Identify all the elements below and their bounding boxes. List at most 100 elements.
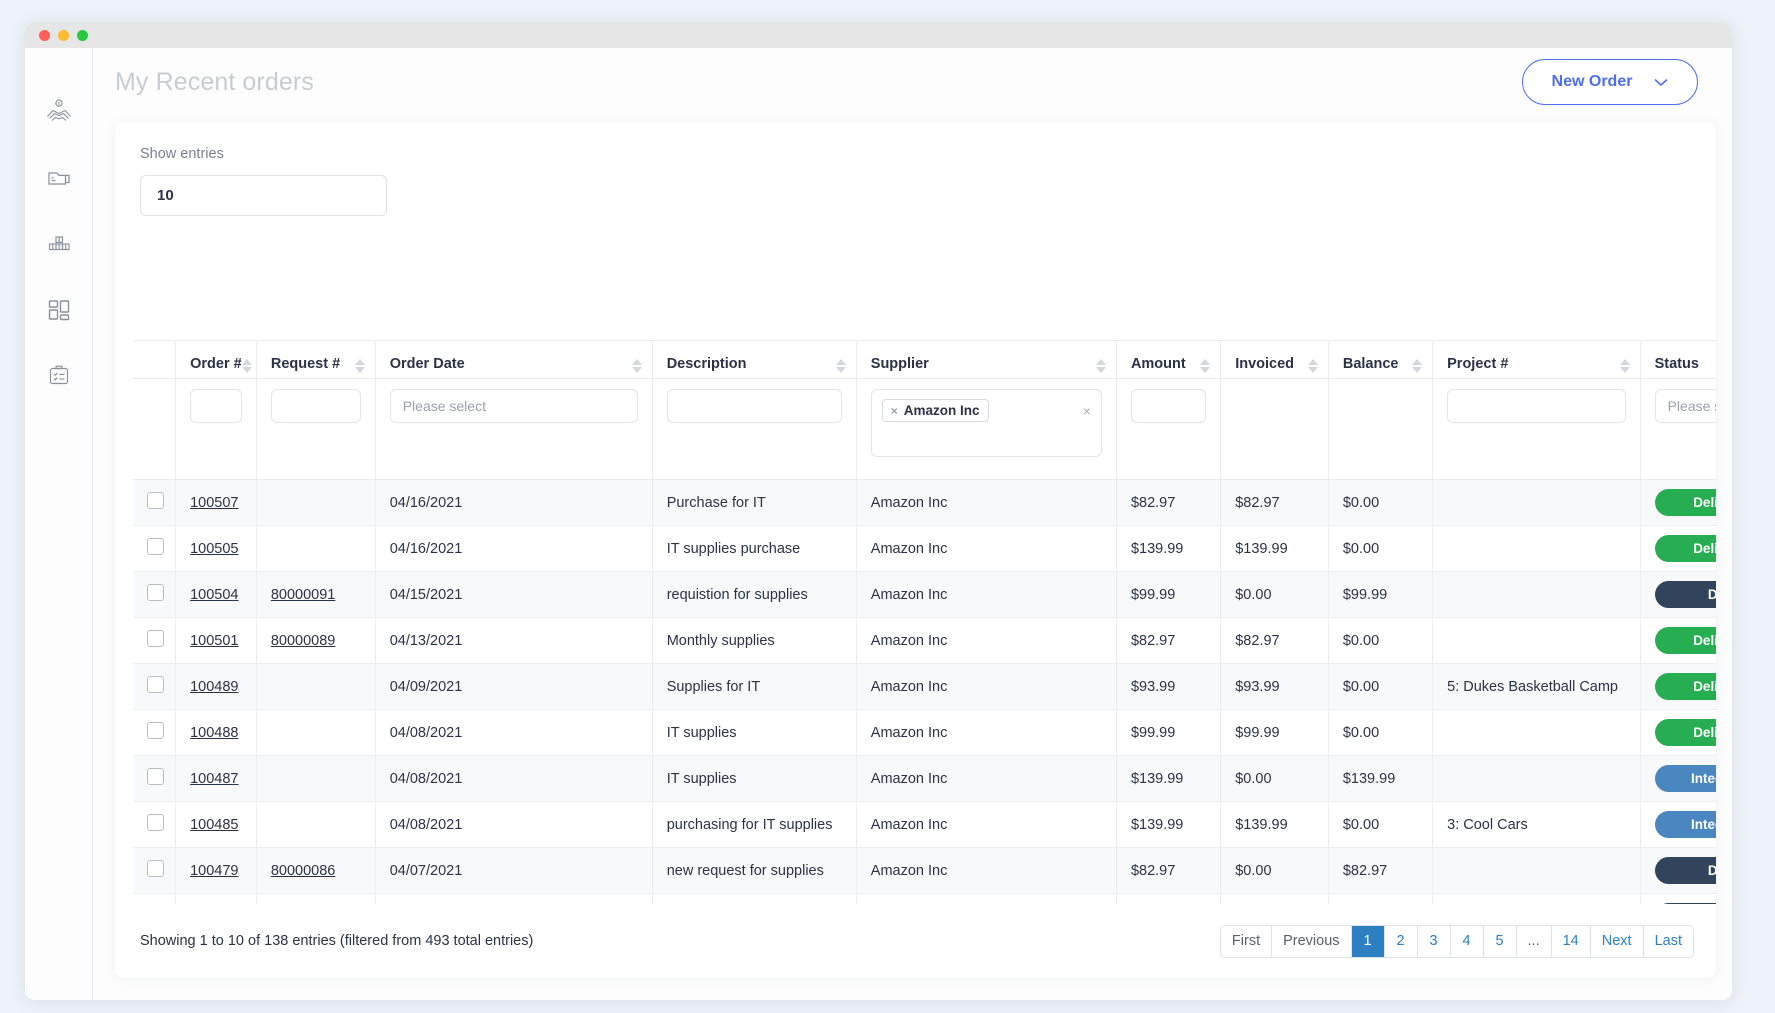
cell-order-no-link[interactable]: 100485 — [190, 817, 238, 833]
cell-request-no-link[interactable]: 80000091 — [271, 587, 336, 603]
cell-supplier-value: Amazon Inc — [871, 863, 948, 879]
cell-request-no-link[interactable]: 80000086 — [271, 863, 336, 879]
table-row[interactable]: 1004798000008604/07/2021new request for … — [133, 848, 1716, 894]
filter-description-input[interactable] — [667, 389, 842, 423]
pagination-2[interactable]: 2 — [1385, 926, 1418, 957]
cell-supplier-value: Amazon Inc — [871, 495, 948, 511]
status-badge[interactable]: Delivered — [1655, 673, 1716, 700]
status-badge[interactable]: Delivered — [1655, 489, 1716, 516]
filter-status-select[interactable]: Please select — [1655, 389, 1716, 423]
cell-order-no-link[interactable]: 100489 — [190, 679, 238, 695]
pagination-5[interactable]: 5 — [1484, 926, 1517, 957]
cell-order-no-link[interactable]: 100487 — [190, 771, 238, 787]
column-header-supplier[interactable]: Supplier — [856, 341, 1116, 379]
pagination-first[interactable]: First — [1221, 926, 1272, 957]
row-select-checkbox[interactable] — [147, 492, 164, 509]
filter-supplier-multiselect[interactable]: × Amazon Inc × — [871, 389, 1102, 457]
pagination-last[interactable]: Last — [1644, 926, 1693, 957]
remove-tag-icon[interactable]: × — [891, 404, 898, 418]
close-window-button[interactable] — [39, 30, 50, 41]
cell-supplier: Amazon Inc — [856, 802, 1116, 848]
sidebar-item-inventory[interactable] — [39, 224, 79, 264]
filter-order-no-input[interactable] — [190, 389, 242, 423]
status-badge[interactable]: Integrated — [1655, 811, 1716, 838]
pagination-1[interactable]: 1 — [1352, 926, 1385, 957]
cell-supplier: Amazon Inc — [856, 664, 1116, 710]
filter-amount-input[interactable] — [1131, 389, 1206, 423]
cell-invoiced: $82.97 — [1221, 480, 1329, 526]
sidebar-item-dashboard[interactable] — [39, 290, 79, 330]
row-select-checkbox[interactable] — [147, 768, 164, 785]
table-row[interactable]: 10050704/16/2021Purchase for ITAmazon In… — [133, 480, 1716, 526]
pagination-3[interactable]: 3 — [1418, 926, 1451, 957]
clear-supplier-filter-icon[interactable]: × — [1083, 403, 1091, 419]
cell-balance: $139.99 — [1328, 756, 1432, 802]
column-header-request-no[interactable]: Request # — [256, 341, 375, 379]
maximize-window-button[interactable] — [77, 30, 88, 41]
table-row[interactable]: 1005048000009104/15/2021requistion for s… — [133, 572, 1716, 618]
cell-request-no-link[interactable]: 80000089 — [271, 633, 336, 649]
filter-project-no-input[interactable] — [1447, 389, 1625, 423]
cell-order-no-link[interactable]: 100479 — [190, 863, 238, 879]
row-select-checkbox[interactable] — [147, 860, 164, 877]
sort-toggle-icon[interactable] — [1308, 359, 1318, 373]
column-header-description[interactable]: Description — [652, 341, 856, 379]
row-select-checkbox[interactable] — [147, 676, 164, 693]
cell-order-no-link[interactable]: 100501 — [190, 633, 238, 649]
status-badge[interactable]: Delivered — [1655, 535, 1716, 562]
cell-project-no-value: 5: Dukes Basketball Camp — [1447, 679, 1618, 695]
row-select-checkbox[interactable] — [147, 538, 164, 555]
column-header-balance[interactable]: Balance — [1328, 341, 1432, 379]
sort-toggle-icon[interactable] — [1200, 359, 1210, 373]
pagination-14[interactable]: 14 — [1552, 926, 1591, 957]
column-header-invoiced[interactable]: Invoiced — [1221, 341, 1329, 379]
supplier-filter-tag[interactable]: × Amazon Inc — [882, 399, 989, 422]
cell-order-no-link[interactable]: 100504 — [190, 587, 238, 603]
row-select-checkbox[interactable] — [147, 630, 164, 647]
row-select-checkbox[interactable] — [147, 814, 164, 831]
entries-per-page-select[interactable]: 10 — [140, 175, 387, 216]
row-select-checkbox[interactable] — [147, 584, 164, 601]
sort-toggle-icon[interactable] — [1096, 359, 1106, 373]
sort-toggle-icon[interactable] — [242, 359, 252, 373]
minimize-window-button[interactable] — [58, 30, 69, 41]
column-header-amount[interactable]: Amount — [1116, 341, 1220, 379]
sort-toggle-icon[interactable] — [355, 359, 365, 373]
row-select-checkbox[interactable] — [147, 722, 164, 739]
status-badge[interactable]: Integrated — [1655, 765, 1716, 792]
table-row[interactable]: 10048904/09/2021Supplies for ITAmazon In… — [133, 664, 1716, 710]
table-row[interactable]: 10048804/08/2021IT suppliesAmazon Inc$99… — [133, 710, 1716, 756]
sidebar-item-requests[interactable] — [39, 356, 79, 396]
table-row[interactable]: 10050504/16/2021IT supplies purchaseAmaz… — [133, 526, 1716, 572]
status-badge[interactable]: Delivered — [1655, 719, 1716, 746]
sort-toggle-icon[interactable] — [1620, 359, 1630, 373]
filter-request-no-input[interactable] — [271, 389, 361, 423]
cell-order-no-link[interactable]: 100505 — [190, 541, 238, 557]
filter-order-date-select[interactable]: Please select — [390, 389, 638, 423]
sort-toggle-icon[interactable] — [632, 359, 642, 373]
status-badge[interactable]: Draft — [1655, 581, 1716, 608]
cell-order-no-link[interactable]: 100507 — [190, 495, 238, 511]
sidebar-item-orders[interactable] — [39, 158, 79, 198]
sort-toggle-icon[interactable] — [836, 359, 846, 373]
pagination-4[interactable]: 4 — [1451, 926, 1484, 957]
column-header-order-date[interactable]: Order Date — [375, 341, 652, 379]
cell-order-no-link[interactable]: 100488 — [190, 725, 238, 741]
status-badge[interactable]: Draft — [1655, 857, 1716, 884]
table-row[interactable]: 10048504/08/2021purchasing for IT suppli… — [133, 802, 1716, 848]
column-header-project-no[interactable]: Project # — [1433, 341, 1640, 379]
table-row[interactable]: 10048704/08/2021IT suppliesAmazon Inc$13… — [133, 756, 1716, 802]
pagination-next[interactable]: Next — [1591, 926, 1644, 957]
new-order-button[interactable]: New Order — [1522, 59, 1698, 105]
filter-cell-supplier: × Amazon Inc × — [856, 379, 1116, 480]
sort-toggle-icon[interactable] — [1412, 359, 1422, 373]
table-row[interactable]: 1005018000008904/13/2021Monthly supplies… — [133, 618, 1716, 664]
orders-table-scroll[interactable]: Order # Request # — [115, 340, 1716, 904]
main-content: My Recent orders New Order Show entries … — [93, 48, 1732, 1000]
column-header-order-no[interactable]: Order # — [176, 341, 257, 379]
pagination-previous[interactable]: Previous — [1272, 926, 1351, 957]
table-row[interactable]: 1004758000008404/05/2021Purchase for sup… — [133, 894, 1716, 905]
app-body: $ — [25, 48, 1732, 1000]
sidebar-item-suppliers[interactable]: $ — [39, 92, 79, 132]
status-badge[interactable]: Delivered — [1655, 627, 1716, 654]
